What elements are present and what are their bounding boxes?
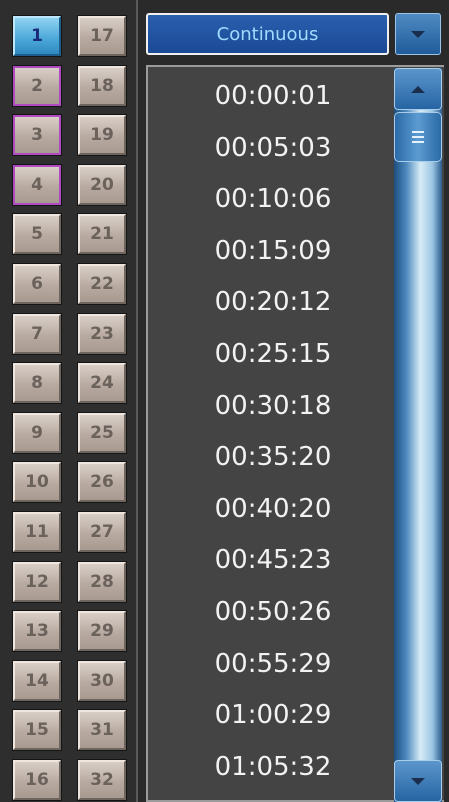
channel-button-9[interactable]: 9 [12,412,62,454]
scrollbar-track[interactable] [394,68,442,802]
channel-button-28[interactable]: 28 [77,561,127,603]
channel-button-31[interactable]: 31 [77,709,127,751]
arrow-down-icon [411,777,425,785]
timecode-item[interactable]: 01:05:32 [148,752,398,782]
channel-button-18[interactable]: 18 [77,65,127,107]
channel-button-24[interactable]: 24 [77,362,127,404]
channel-button-26[interactable]: 26 [77,461,127,503]
scrollbar-thumb[interactable] [394,112,442,162]
timecode-item[interactable]: 00:55:29 [148,649,398,679]
channel-button-11[interactable]: 11 [12,511,62,553]
channel-button-6[interactable]: 6 [12,263,62,305]
timecode-item[interactable]: 00:40:20 [148,494,398,524]
chevron-down-icon [411,30,425,38]
mode-dropdown-value: Continuous [216,23,319,45]
scroll-down-button[interactable] [394,760,442,802]
channel-button-10[interactable]: 10 [12,461,62,503]
channel-grid: 1 2 3 4 5 6 7 8 9 10 11 12 13 14 15 16 17 18 19 20 21 22 23 24 2… [0,0,138,802]
channel-button-16[interactable]: 16 [12,759,62,801]
channel-button-13[interactable]: 13 [12,610,62,652]
channel-button-32[interactable]: 32 [77,759,127,801]
timecode-item[interactable]: 00:20:12 [148,287,398,317]
channel-button-22[interactable]: 22 [77,263,127,305]
channel-button-25[interactable]: 25 [77,412,127,454]
channel-button-20[interactable]: 20 [77,164,127,206]
channel-button-4[interactable]: 4 [12,164,62,206]
grip-icon [412,131,424,143]
channel-button-1[interactable]: 1 [12,15,62,57]
channel-button-8[interactable]: 8 [12,362,62,404]
channel-button-27[interactable]: 27 [77,511,127,553]
timecode-item[interactable]: 00:15:09 [148,236,398,266]
channel-button-15[interactable]: 15 [12,709,62,751]
timecode-item[interactable]: 00:10:06 [148,184,398,214]
dropdown-toggle-button[interactable] [395,13,441,55]
timecode-item[interactable]: 00:05:03 [148,133,398,163]
channel-button-14[interactable]: 14 [12,660,62,702]
channel-button-19[interactable]: 19 [77,114,127,156]
channel-button-30[interactable]: 30 [77,660,127,702]
timecode-item[interactable]: 00:45:23 [148,545,398,575]
mode-dropdown[interactable]: Continuous [146,13,389,55]
timecode-item[interactable]: 00:35:20 [148,442,398,472]
channel-button-21[interactable]: 21 [77,213,127,255]
timecode-item[interactable]: 01:00:29 [148,700,398,730]
channel-button-3[interactable]: 3 [12,114,62,156]
timecode-item[interactable]: 00:30:18 [148,391,398,421]
channel-button-17[interactable]: 17 [77,15,127,57]
channel-button-5[interactable]: 5 [12,213,62,255]
scroll-up-button[interactable] [394,68,442,110]
timecode-item[interactable]: 00:00:01 [148,81,398,111]
channel-button-7[interactable]: 7 [12,313,62,355]
channel-button-2[interactable]: 2 [12,65,62,107]
arrow-up-icon [411,85,425,93]
timecode-item[interactable]: 00:25:15 [148,339,398,369]
channel-button-23[interactable]: 23 [77,313,127,355]
channel-button-29[interactable]: 29 [77,610,127,652]
channel-button-12[interactable]: 12 [12,561,62,603]
timecode-item[interactable]: 00:50:26 [148,597,398,627]
